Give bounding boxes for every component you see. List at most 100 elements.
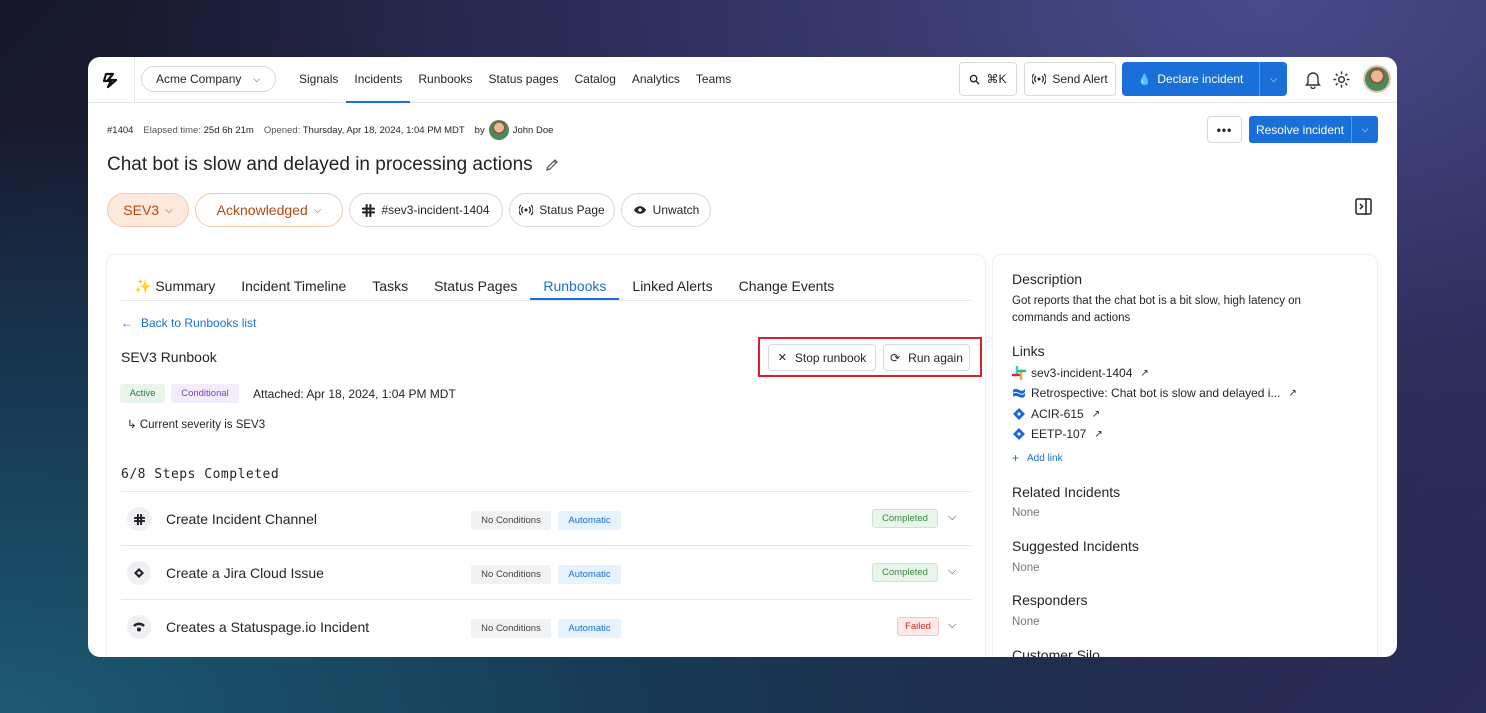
step-row[interactable]: Creates a Statuspage.io Incident No Cond… [121,599,971,653]
tab-change-events[interactable]: Change Events [726,271,848,300]
arrow-left-icon: ← [121,316,133,330]
resolve-options-chevron-icon[interactable]: ⌵ [1351,116,1378,143]
step-name: Create Incident Channel [166,511,317,527]
plus-icon: + [1012,451,1020,465]
run-again-label: Run again [908,350,963,365]
step-row[interactable]: Create a Jira Cloud Issue No Conditions … [121,545,971,599]
stop-runbook-button[interactable]: ✕ Stop runbook [768,344,876,371]
tab-runbooks[interactable]: Runbooks [530,271,620,300]
nav-incidents[interactable]: Incidents [346,57,411,103]
declare-incident-button[interactable]: 💧 Declare incident ⌵ [1122,62,1287,96]
user-avatar[interactable] [1363,65,1391,93]
status-page-button[interactable]: Status Page [509,193,615,227]
resolve-incident-button[interactable]: Resolve incident ⌵ [1249,116,1378,143]
runbook-condition: ↳ Current severity is SEV3 [127,419,266,431]
links-title: Links [1012,343,1045,359]
unwatch-button[interactable]: Unwatch [621,193,711,227]
statuspage-icon [127,615,151,639]
steps-progress: 6/8 Steps Completed [121,467,280,482]
toggle-sidebar-icon[interactable] [1355,198,1372,215]
responders-title: Responders [1012,592,1088,608]
status-badge: Completed [872,509,938,528]
gear-icon[interactable] [1332,70,1351,89]
link-item[interactable]: Retrospective: Chat bot is slow and dela… [1012,386,1297,400]
chevron-down-icon[interactable]: ⌵ [948,511,956,524]
customer-silo-title: Customer Silo [1012,647,1100,657]
link-label: EETP-107 [1031,427,1087,441]
status-page-label: Status Page [539,203,605,217]
mode-badge: Automatic [558,565,621,584]
run-again-button[interactable]: ⟳ Run again [883,344,970,371]
tab-status-pages[interactable]: Status Pages [421,271,530,300]
external-link-icon: ↗ [1091,408,1101,420]
nav-signals[interactable]: Signals [291,57,346,103]
responders-value: None [1012,616,1040,628]
tab-summary[interactable]: ✨ Summary [121,271,228,300]
status-badge: Completed [872,563,938,582]
status-value: Acknowledged [216,202,308,218]
external-link-icon: ↗ [1094,428,1103,440]
refresh-icon: ⟳ [890,350,901,365]
more-icon: ••• [1216,122,1233,137]
suggested-incidents-title: Suggested Incidents [1012,538,1139,554]
resolve-incident-label: Resolve incident [1255,122,1345,137]
chevron-down-icon: ⌵ [165,204,173,216]
back-label: Back to Runbooks list [141,316,257,330]
nav-analytics[interactable]: Analytics [624,57,688,103]
conditions-badge: No Conditions [471,511,551,530]
tab-incident-timeline[interactable]: Incident Timeline [228,271,359,300]
send-alert-button[interactable]: Send Alert [1024,62,1116,96]
more-options-button[interactable]: ••• [1207,116,1242,143]
top-bar: Acme Company ⌵ Signals Incidents Runbooks… [88,57,1397,103]
severity-dropdown[interactable]: SEV3 ⌵ [107,193,189,227]
declare-incident-label: Declare incident [1157,72,1244,86]
mode-badge: Automatic [558,619,621,638]
eye-icon [633,206,646,214]
nav-status-pages[interactable]: Status pages [480,57,566,103]
declare-options-chevron-icon[interactable]: ⌵ [1259,62,1287,96]
tab-tasks[interactable]: Tasks [359,271,421,300]
owner-name[interactable]: John Doe [513,125,554,136]
chevron-down-icon[interactable]: ⌵ [948,565,956,578]
related-incidents-value: None [1012,507,1040,519]
external-link-icon: ↗ [1288,387,1297,399]
send-alert-label: Send Alert [1052,72,1108,86]
nav-teams[interactable]: Teams [688,57,739,103]
main-nav: Signals Incidents Runbooks Status pages … [291,57,739,103]
slack-channel-button[interactable]: #sev3-incident-1404 [349,193,503,227]
step-row[interactable]: Create Incident Channel No Conditions Au… [121,491,971,545]
description-text: Got reports that the chat bot is a bit s… [1012,295,1301,324]
jira-icon [1013,428,1025,440]
flame-icon: 💧 [1137,73,1152,86]
slack-channel-label: #sev3-incident-1404 [381,203,490,217]
link-item[interactable]: ACIR-615 ↗ [1012,407,1100,421]
severity-value: SEV3 [123,202,160,218]
nav-catalog[interactable]: Catalog [567,57,624,103]
incident-id: #1404 [107,124,134,136]
org-name: Acme Company [156,72,242,86]
bell-icon[interactable] [1304,70,1322,89]
chevron-down-icon[interactable]: ⌵ [948,619,956,632]
add-link-button[interactable]: + Add link [1012,451,1063,465]
elapsed-label: Elapsed time: [143,124,201,136]
app-logo[interactable] [88,57,135,103]
attached-date: Attached: Apr 18, 2024, 1:04 PM MDT [253,387,456,401]
org-switcher[interactable]: Acme Company ⌵ [141,66,276,92]
back-to-runbooks-link[interactable]: ← Back to Runbooks list [121,316,256,330]
tab-linked-alerts[interactable]: Linked Alerts [619,271,725,300]
link-label: sev3-incident-1404 [1031,366,1133,380]
add-link-label: Add link [1027,452,1063,464]
incident-title: Chat bot is slow and delayed in processi… [107,154,533,175]
chevron-down-icon: ⌵ [253,73,261,84]
app-window: Acme Company ⌵ Signals Incidents Runbooks… [88,57,1397,657]
close-icon: ✕ [777,352,787,364]
incident-tabs: ✨ Summary Incident Timeline Tasks Status… [121,271,971,301]
nav-runbooks[interactable]: Runbooks [410,57,480,103]
edit-pencil-icon[interactable] [545,158,559,172]
link-item[interactable]: sev3-incident-1404 ↗ [1012,366,1149,380]
conditional-badge: Conditional [171,384,239,403]
link-item[interactable]: EETP-107 ↗ [1012,427,1103,441]
logo-icon [102,72,118,89]
status-dropdown[interactable]: Acknowledged ⌵ [195,193,343,227]
command-search-button[interactable]: ⌘K [959,62,1017,96]
